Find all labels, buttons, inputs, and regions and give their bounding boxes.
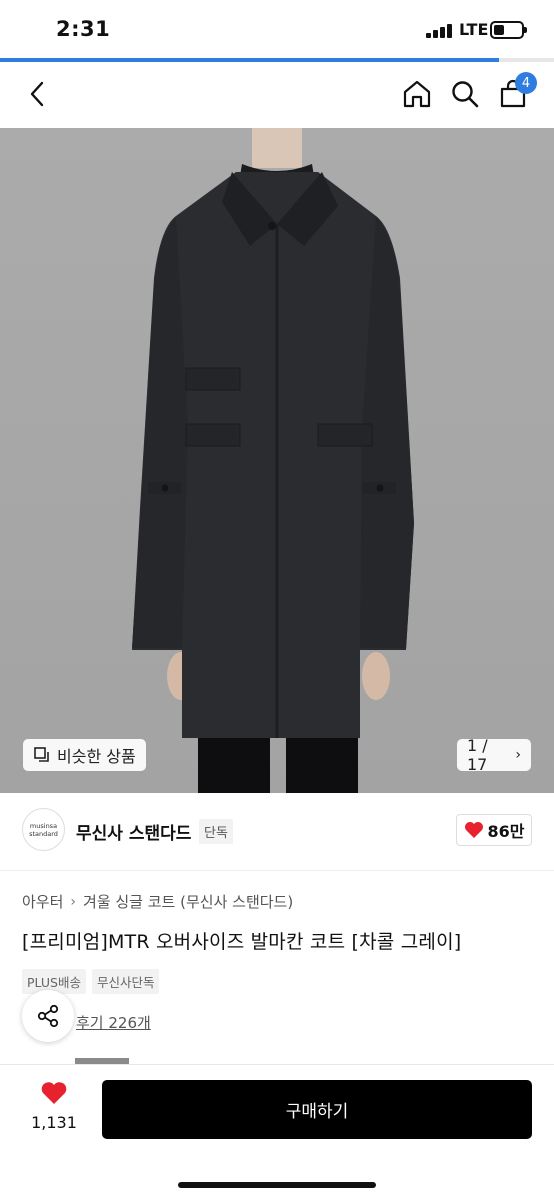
bag-icon[interactable]: 4 (495, 72, 537, 112)
home-icon[interactable] (399, 76, 435, 112)
image-counter[interactable]: 1 / 17 › (457, 736, 531, 774)
bottom-action-bar: 1,131 구매하기 (0, 1064, 554, 1200)
chevron-right-icon: › (70, 893, 77, 910)
product-image-gallery[interactable]: 비슷한 상품 1 / 17 › (0, 128, 554, 793)
heart-icon (41, 1082, 67, 1104)
network-type: LTE (459, 20, 489, 39)
buy-button[interactable]: 구매하기 (102, 1080, 532, 1139)
brand-exclusive-tag: 단독 (199, 819, 233, 844)
search-icon[interactable] (447, 76, 483, 112)
product-tag: 무신사단독 (91, 969, 160, 994)
home-indicator (178, 1182, 376, 1188)
chevron-right-icon: › (515, 747, 521, 763)
product-photo (132, 128, 414, 793)
breadcrumb-item[interactable]: 아우터 (22, 891, 63, 912)
heart-icon (464, 822, 483, 838)
status-bar: 2:31 LTE (0, 0, 554, 60)
similar-items-label: 비슷한 상품 (57, 747, 136, 766)
divider (0, 870, 554, 871)
wishlist-button[interactable]: 1,131 (26, 1081, 82, 1132)
battery-icon (490, 21, 527, 39)
status-time: 2:31 (56, 17, 111, 41)
brand-row: musinsa standard 무신사 스탠다드 단독 86만 (22, 808, 532, 854)
breadcrumb-item[interactable]: 겨울 싱글 코트 (무신사 스탠다드) (83, 891, 293, 912)
signal-icon (426, 24, 452, 38)
cart-count-badge: 4 (515, 72, 537, 94)
brand-name[interactable]: 무신사 스탠다드 (76, 819, 191, 844)
similar-items-button[interactable]: 비슷한 상품 (23, 739, 146, 771)
brand-logo-text: musinsa (29, 821, 58, 830)
brand-like-button[interactable]: 86만 (456, 814, 532, 846)
brand-logo-text: standard (29, 829, 58, 838)
similar-items-icon (34, 747, 49, 762)
image-counter-text: 1 / 17 (467, 736, 488, 774)
brand-like-count: 86만 (487, 822, 525, 841)
wishlist-count: 1,131 (31, 1113, 77, 1132)
breadcrumb: 아우터 › 겨울 싱글 코트 (무신사 스탠다드) (22, 891, 293, 912)
back-chevron-icon[interactable] (20, 76, 56, 112)
product-title: [프리미엄]MTR 오버사이즈 발마칸 코트 [차콜 그레이] (22, 931, 462, 953)
share-icon (37, 1004, 59, 1028)
top-nav: 4 (0, 62, 554, 128)
review-link[interactable]: 후기 226개 (76, 1012, 151, 1033)
share-button[interactable] (22, 990, 74, 1042)
brand-logo[interactable]: musinsa standard (22, 808, 65, 851)
